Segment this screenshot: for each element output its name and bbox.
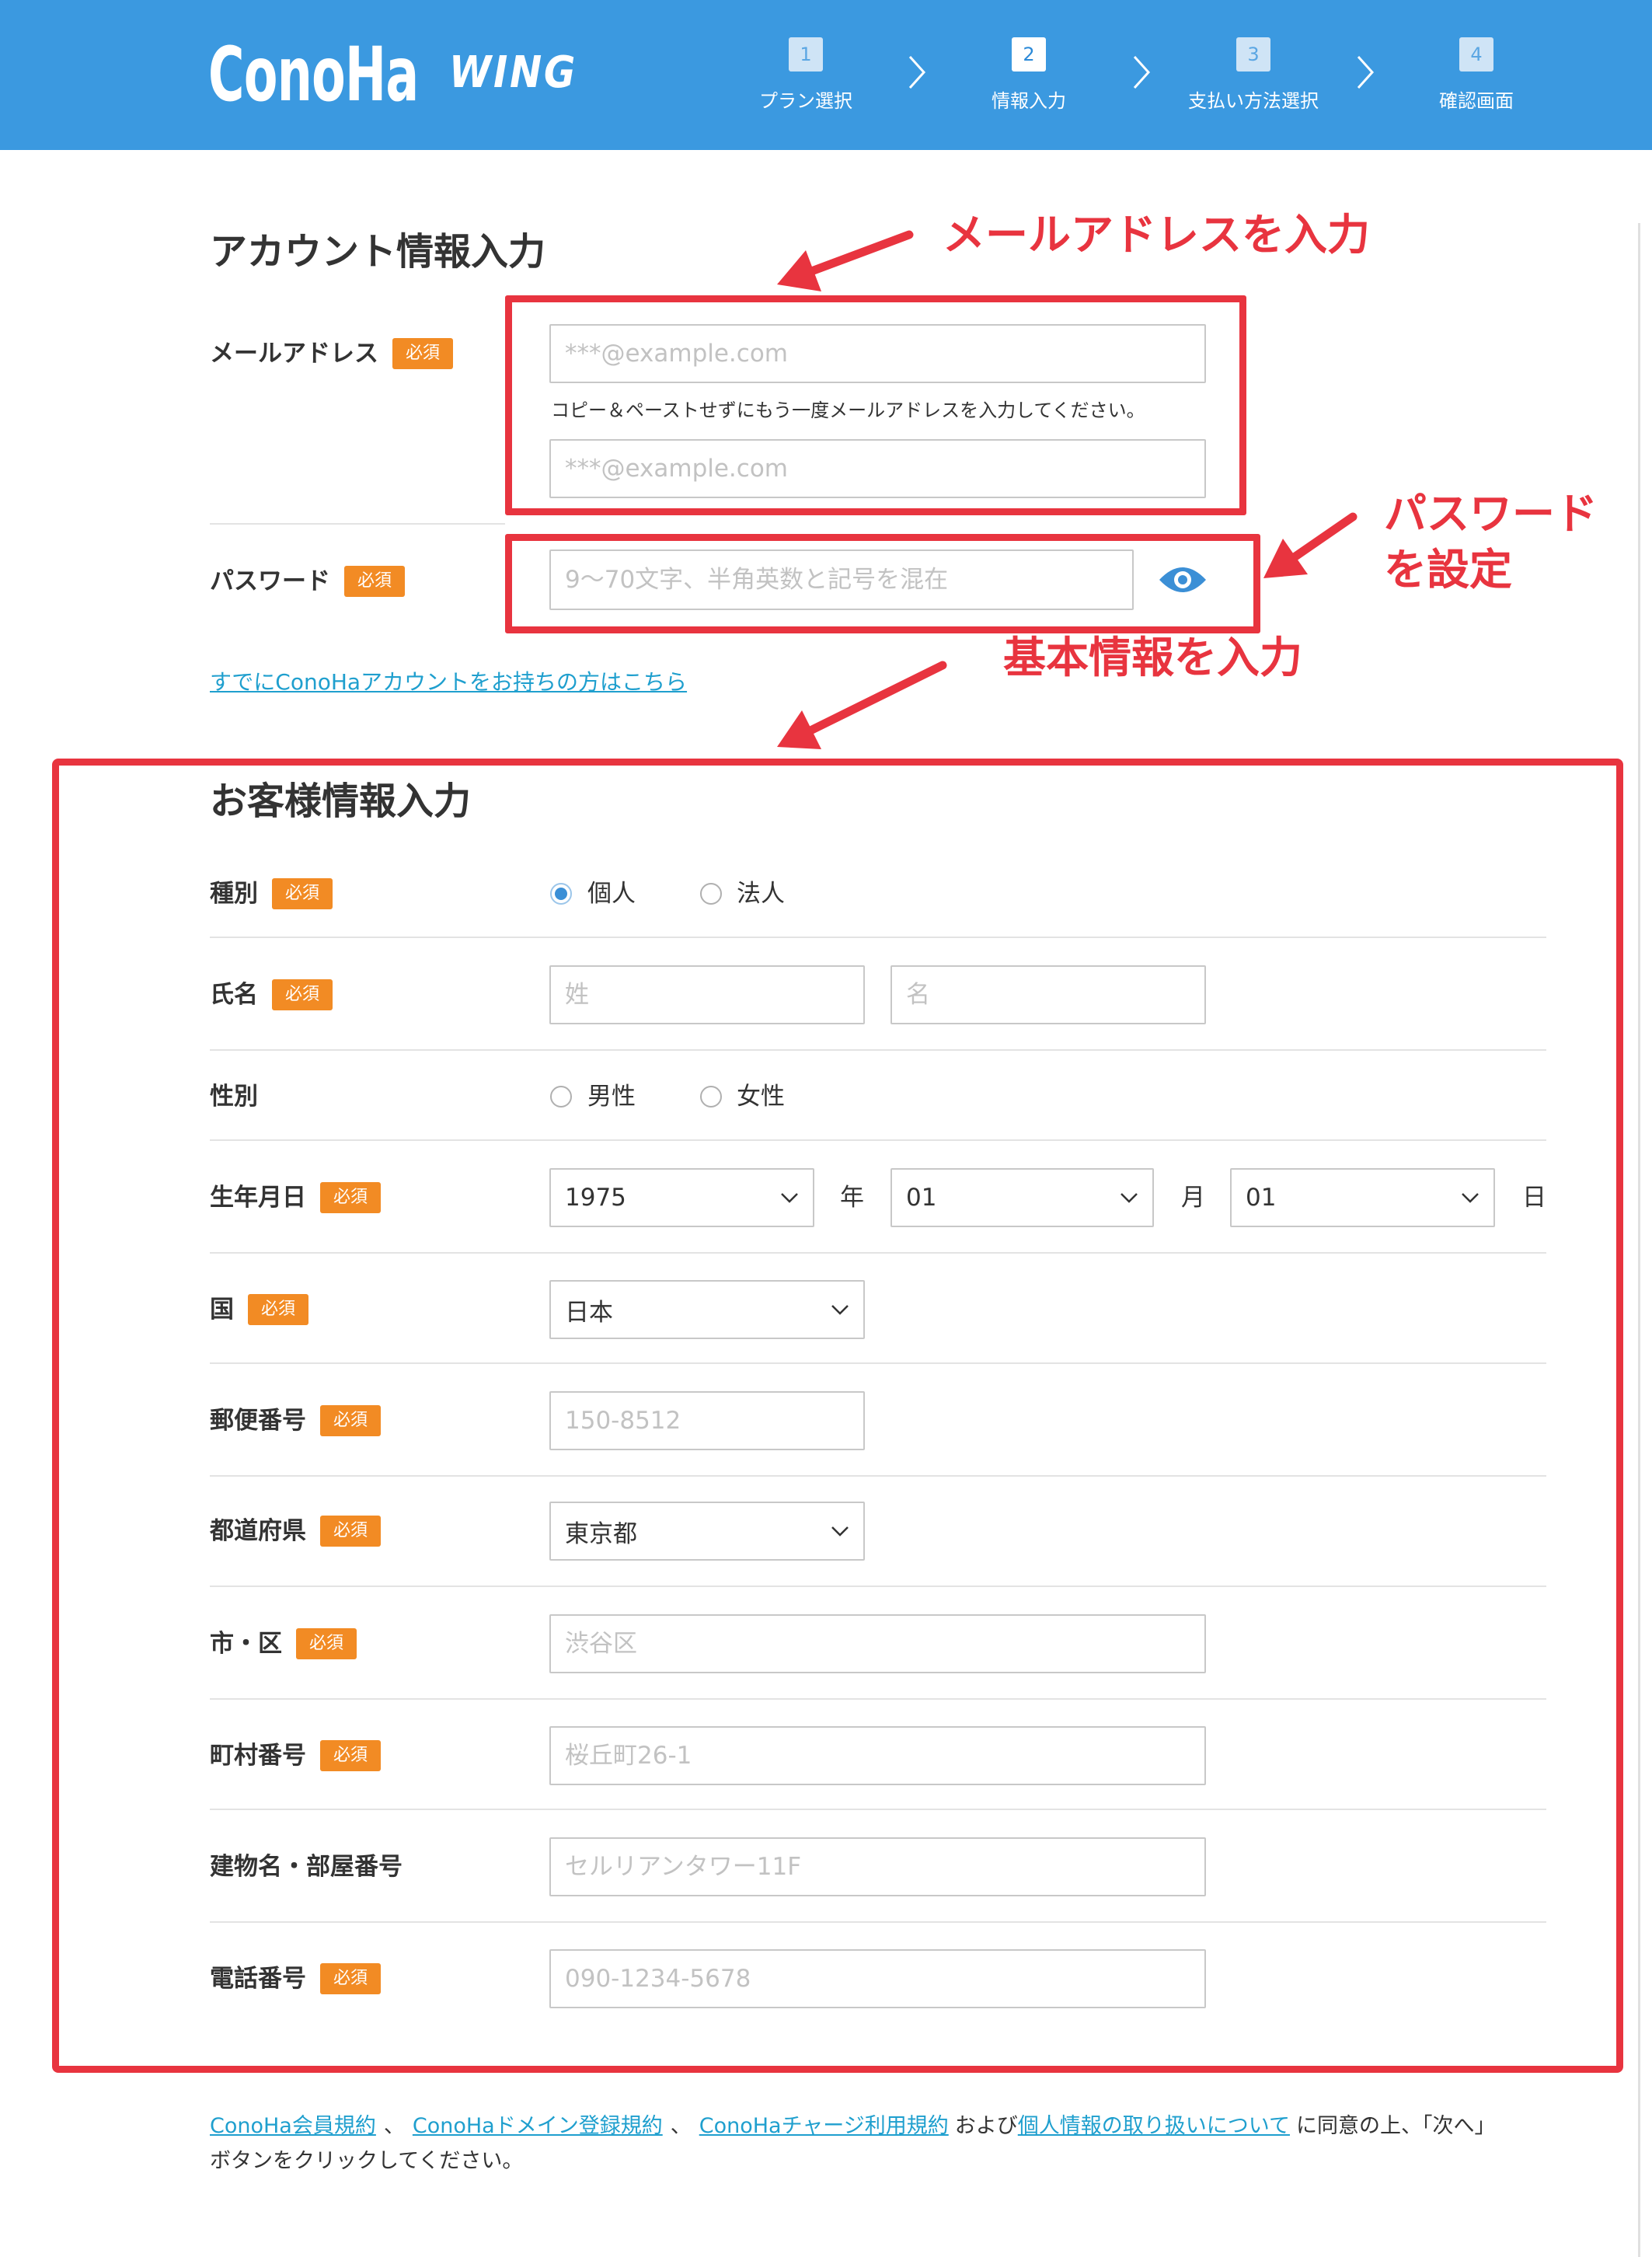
step-2-label: 情報入力	[992, 90, 1066, 112]
divider	[210, 523, 505, 525]
link-domain-terms[interactable]: ConoHaドメイン登録規約	[413, 2114, 663, 2138]
link-member-terms[interactable]: ConoHa会員規約	[210, 2114, 376, 2138]
page-edge	[1638, 223, 1640, 2257]
required-badge: 必須	[344, 566, 405, 597]
conoha-wing-logo[interactable]: ConoHa WING	[208, 0, 581, 150]
annotation-password-line1: パスワード	[1384, 489, 1598, 539]
agreement-tail-text: に同意の上、「次へ」	[1295, 2114, 1496, 2138]
logo-wordmark: ConoHa	[208, 31, 419, 118]
step-4-label: 確認画面	[1439, 90, 1514, 112]
annotation-box-email	[505, 295, 1246, 515]
and-text: および	[954, 2114, 1018, 2138]
step-1: 1 プラン選択	[689, 37, 922, 113]
step-4: 4 確認画面	[1360, 37, 1593, 113]
required-badge: 必須	[392, 338, 453, 369]
account-section-title: アカウント情報入力	[210, 230, 546, 274]
existing-account-link[interactable]: すでにConoHaアカウントをお持ちの方はこちら	[210, 668, 687, 696]
annotation-box-customer-info	[52, 759, 1623, 2073]
link-charge-terms[interactable]: ConoHaチャージ利用規約	[699, 2114, 949, 2138]
step-3-label: 支払い方法選択	[1188, 90, 1319, 112]
annotation-password-line2: を設定	[1384, 545, 1513, 595]
email-label: メールアドレス	[210, 340, 378, 368]
step-3: 3 支払い方法選択	[1137, 37, 1370, 113]
annotation-box-password	[505, 534, 1260, 633]
site-header: ConoHa WING 1 プラン選択 2 情報入力 3 支払い方法選択 4 確…	[0, 0, 1652, 150]
logo-product-name: WING	[449, 47, 577, 98]
annotation-arrow-email	[777, 230, 914, 291]
step-4-number: 4	[1459, 37, 1493, 72]
annotation-arrow-password	[1263, 512, 1357, 578]
password-label-row: パスワード 必須	[210, 564, 405, 598]
step-2: 2 情報入力	[912, 37, 1145, 113]
step-3-number: 3	[1236, 37, 1270, 72]
annotation-basic-info: 基本情報を入力	[1003, 633, 1303, 682]
password-label: パスワード	[210, 567, 330, 595]
step-2-number: 2	[1012, 37, 1046, 72]
step-1-number: 1	[789, 37, 823, 72]
separator: 、	[670, 2114, 692, 2138]
annotation-email: メールアドレスを入力	[943, 210, 1371, 260]
annotation-arrow-basic-info	[777, 661, 947, 749]
agreement-text: ConoHa会員規約、 ConoHaドメイン登録規約、 ConoHaチャージ利用規約…	[210, 2109, 1608, 2179]
agreement-line2: ボタンをクリックしてください。	[210, 2149, 524, 2173]
email-label-row: メールアドレス 必須	[210, 337, 453, 371]
link-privacy-policy[interactable]: 個人情報の取り扱いについて	[1018, 2114, 1290, 2138]
step-1-label: プラン選択	[759, 90, 852, 112]
separator: 、	[383, 2114, 405, 2138]
